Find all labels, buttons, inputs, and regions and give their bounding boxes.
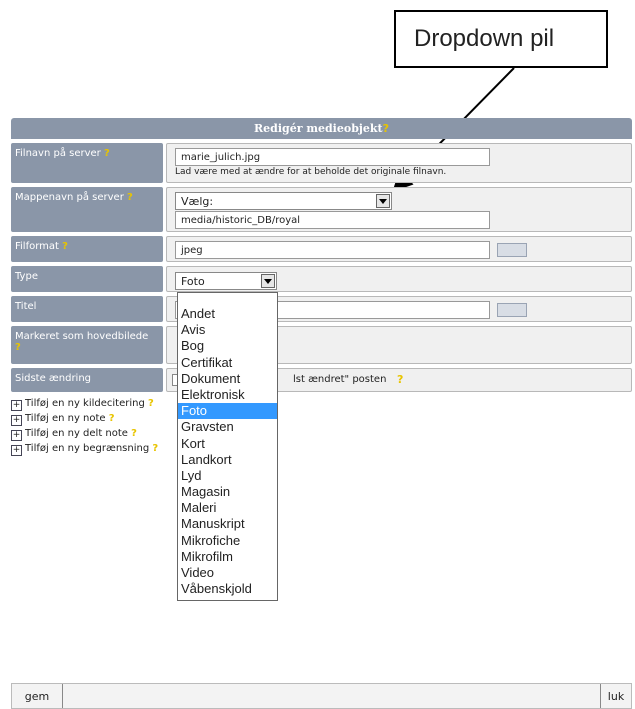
- filename-input[interactable]: marie_julich.jpg: [175, 148, 490, 166]
- footer-bar: gem luk: [11, 683, 632, 709]
- keyboard-icon[interactable]: [497, 243, 527, 257]
- save-button[interactable]: gem: [12, 684, 63, 708]
- row-type: Type Foto: [11, 266, 632, 292]
- help-icon[interactable]: ?: [62, 241, 68, 252]
- type-option[interactable]: Manuskript: [178, 516, 277, 532]
- expand-plus-icon: +: [11, 430, 22, 441]
- dropdown-arrow-icon[interactable]: [376, 194, 390, 208]
- dialog-header: Redigér medieobjekt ?: [11, 118, 632, 139]
- value-folder: Vælg: media/historic_DB/royal: [166, 187, 632, 232]
- value-filename: marie_julich.jpg Lad være med at ændre f…: [166, 143, 632, 183]
- folder-input[interactable]: media/historic_DB/royal: [175, 211, 490, 229]
- help-icon[interactable]: ?: [148, 398, 154, 409]
- type-option[interactable]: Kort: [178, 436, 277, 452]
- label-folder: Mappenavn på server ?: [11, 187, 163, 232]
- close-button[interactable]: luk: [600, 684, 631, 708]
- type-option[interactable]: Mikrofiche: [178, 533, 277, 549]
- label-primary: Markeret som hovedbilede?: [11, 326, 163, 364]
- row-format: Filformat ? jpeg: [11, 236, 632, 262]
- type-option-selected[interactable]: Foto: [178, 403, 277, 420]
- type-option[interactable]: Mikrofilm: [178, 549, 277, 565]
- add-shared-note-link[interactable]: + Tilføj en ny delt note ?: [11, 426, 158, 441]
- label-last-change: Sidste ændring: [11, 368, 163, 392]
- add-note-link[interactable]: + Tilføj en ny note ?: [11, 411, 158, 426]
- row-folder: Mappenavn på server ? Vælg: media/histor…: [11, 187, 632, 232]
- label-type: Type: [11, 266, 163, 292]
- type-option[interactable]: Andet: [178, 306, 277, 322]
- add-restriction-link[interactable]: + Tilføj en ny begrænsning ?: [11, 441, 158, 456]
- type-option[interactable]: Avis: [178, 322, 277, 338]
- type-option[interactable]: Magasin: [178, 484, 277, 500]
- folder-select[interactable]: Vælg:: [175, 192, 392, 210]
- value-format: jpeg: [166, 236, 632, 262]
- type-option[interactable]: Gravsten: [178, 419, 277, 435]
- help-icon[interactable]: ?: [131, 428, 137, 439]
- type-option[interactable]: Video: [178, 565, 277, 581]
- type-option[interactable]: Dokument: [178, 371, 277, 387]
- type-dropdown-list[interactable]: Andet Avis Bog Certifikat Dokument Elekt…: [177, 292, 278, 601]
- type-select[interactable]: Foto: [175, 272, 277, 290]
- type-option[interactable]: Lyd: [178, 468, 277, 484]
- row-title: Titel: [11, 296, 632, 322]
- type-option[interactable]: Elektronisk: [178, 387, 277, 403]
- keyboard-icon[interactable]: [497, 303, 527, 317]
- expand-plus-icon: +: [11, 415, 22, 426]
- help-icon[interactable]: ?: [15, 342, 21, 353]
- help-icon[interactable]: ?: [152, 443, 158, 454]
- label-filename: Filnavn på server ?: [11, 143, 163, 183]
- help-icon[interactable]: ?: [127, 192, 133, 203]
- row-filename: Filnavn på server ? marie_julich.jpg Lad…: [11, 143, 632, 183]
- label-format: Filformat ?: [11, 236, 163, 262]
- type-option[interactable]: Certifikat: [178, 355, 277, 371]
- row-primary: Markeret som hovedbilede?: [11, 326, 632, 364]
- help-icon[interactable]: ?: [397, 373, 403, 386]
- dialog-title: Redigér medieobjekt: [254, 122, 383, 135]
- format-input[interactable]: jpeg: [175, 241, 490, 259]
- help-icon[interactable]: ?: [109, 413, 115, 424]
- expand-plus-icon: +: [11, 400, 22, 411]
- label-title: Titel: [11, 296, 163, 322]
- filename-hint: Lad være med at ændre for at beholde det…: [175, 167, 447, 177]
- expand-plus-icon: +: [11, 445, 22, 456]
- add-citation-link[interactable]: + Tilføj en ny kildecitering ?: [11, 396, 158, 411]
- type-option[interactable]: Landkort: [178, 452, 277, 468]
- last-change-text: lst ændret" posten: [293, 374, 387, 385]
- value-type: Foto: [166, 266, 632, 292]
- dropdown-arrow-icon[interactable]: [261, 274, 275, 288]
- row-last-change: Sidste ændring lst ændret" posten ?: [11, 368, 632, 392]
- help-icon[interactable]: ?: [383, 122, 389, 135]
- type-option[interactable]: Maleri: [178, 500, 277, 516]
- type-option[interactable]: Våbenskjold: [178, 581, 277, 597]
- type-option[interactable]: Bog: [178, 338, 277, 354]
- add-links: + Tilføj en ny kildecitering ? + Tilføj en…: [11, 396, 158, 456]
- help-icon[interactable]: ?: [104, 148, 110, 159]
